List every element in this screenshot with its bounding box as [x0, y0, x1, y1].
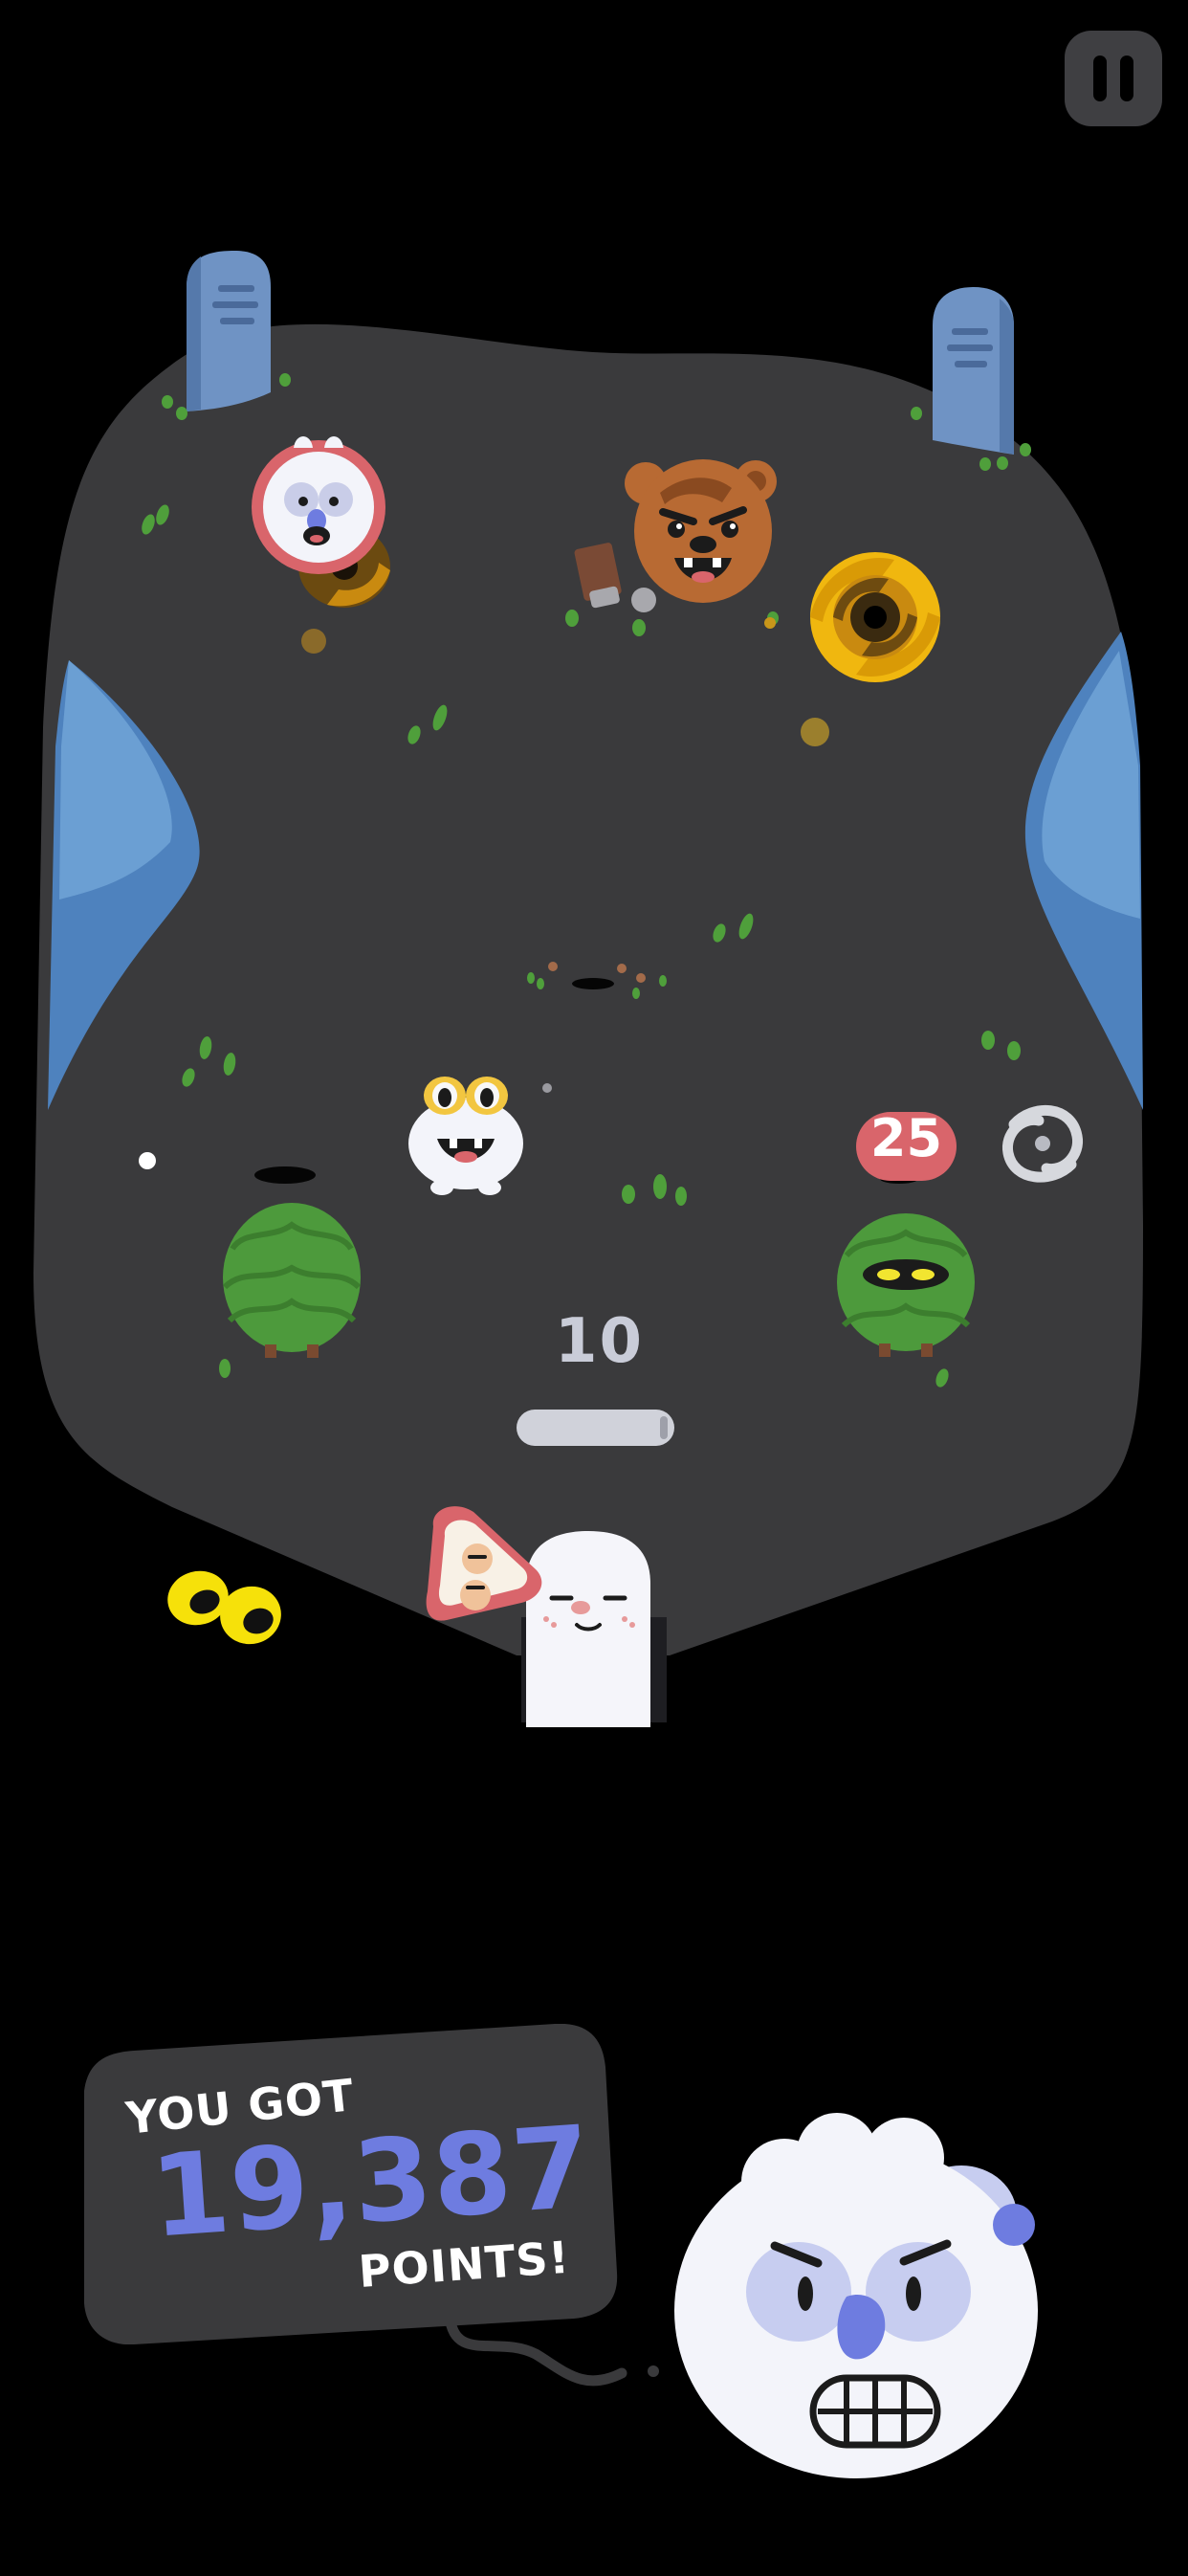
rabbit-ghost-mascot [674, 2113, 1038, 2478]
tombstone-left [187, 251, 271, 411]
peg [801, 718, 829, 746]
pause-button[interactable] [1065, 31, 1162, 126]
tombstone-right [933, 287, 1014, 455]
launch-progress-bar [517, 1410, 674, 1446]
board-surface [33, 323, 1143, 1656]
pause-icon [1065, 31, 1162, 126]
ball-counter: 10 [555, 1306, 645, 1377]
hole [572, 978, 614, 989]
game-screen: 10 25 YOU GOT 19,387 POINTS! [0, 0, 1188, 2572]
yellow-eyes [167, 1570, 281, 1645]
score-popup: 25 [869, 1108, 943, 1168]
result-card: YOU GOT 19,387 POINTS! [67, 2024, 622, 2344]
vortex-hole-icon [810, 552, 940, 682]
hole [254, 1166, 316, 1184]
peg [301, 629, 326, 654]
peg [764, 617, 776, 629]
ghost-flipper [526, 1531, 650, 1727]
white-dot [139, 1152, 156, 1169]
peg [542, 1083, 552, 1093]
